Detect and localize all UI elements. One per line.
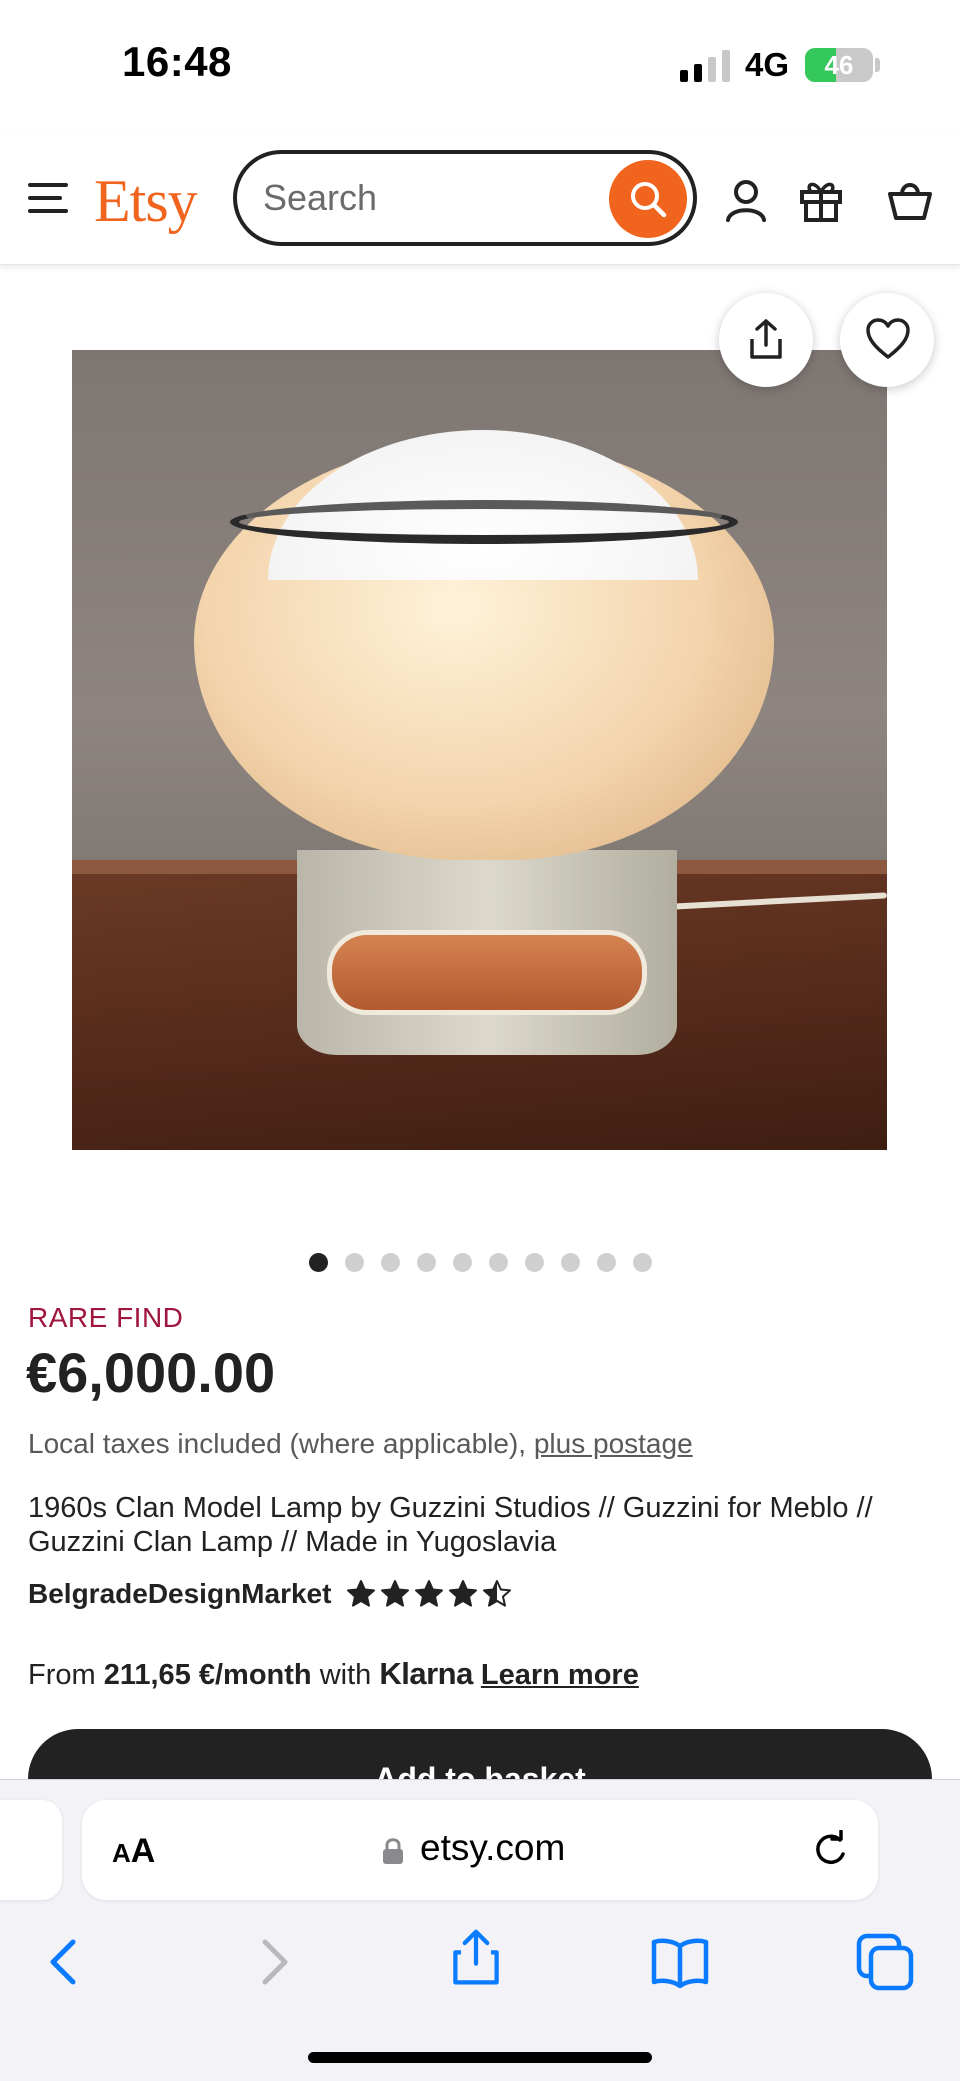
previous-tab-preview[interactable] — [0, 1800, 62, 1900]
rare-find-badge: RARE FIND — [28, 1302, 184, 1333]
price: €6,000.00 — [26, 1341, 276, 1404]
search-button[interactable] — [609, 160, 687, 238]
cellular-signal-icon — [680, 50, 732, 82]
carousel-dot[interactable] — [417, 1253, 436, 1272]
carousel-dot[interactable] — [453, 1253, 472, 1272]
star-full-icon — [380, 1580, 409, 1607]
search-input[interactable] — [263, 172, 583, 224]
lamp-base — [297, 850, 677, 1055]
share-icon — [750, 319, 782, 359]
tax-text: Local taxes included (where applicable), — [28, 1428, 534, 1459]
status-bar: 16:48 4G 46 — [0, 0, 960, 130]
menu-icon[interactable] — [28, 183, 68, 213]
shop-row: BelgradeDesignMarket — [28, 1578, 516, 1618]
text-size-button[interactable]: AA — [112, 1832, 155, 1871]
lock-icon — [383, 1838, 403, 1864]
reload-icon[interactable] — [810, 1830, 850, 1870]
battery-level: 46 — [824, 50, 854, 80]
listing-title: 1960s Clan Model Lamp by Guzzini Studios… — [28, 1492, 873, 1558]
share-button[interactable] — [719, 293, 813, 387]
klarna-prefix: From — [28, 1659, 104, 1691]
user-icon[interactable] — [722, 176, 770, 224]
shop-name-link[interactable]: BelgradeDesignMarket — [28, 1578, 331, 1609]
shop-rating — [346, 1579, 516, 1609]
tax-info: Local taxes included (where applicable),… — [28, 1428, 693, 1460]
forward-icon[interactable] — [243, 1932, 303, 1992]
carousel-dot[interactable] — [597, 1253, 616, 1272]
browser-toolbar: AA etsy.com — [0, 1779, 960, 2081]
share-icon[interactable] — [446, 1928, 506, 1988]
klarna-logo: Klarna — [379, 1656, 473, 1691]
battery-icon: 46 — [805, 48, 873, 82]
favorite-button[interactable] — [840, 293, 934, 387]
etsy-logo[interactable]: Etsy — [94, 167, 198, 236]
search-icon — [631, 182, 667, 218]
carousel-dot[interactable] — [633, 1253, 652, 1272]
home-indicator — [308, 2052, 652, 2063]
gift-icon[interactable] — [797, 176, 845, 224]
search-bar[interactable] — [233, 150, 697, 246]
star-full-icon — [414, 1580, 443, 1607]
star-half-icon — [482, 1580, 511, 1607]
product-image[interactable] — [72, 350, 887, 1150]
carousel-dot[interactable] — [381, 1253, 400, 1272]
carousel-dot[interactable] — [525, 1253, 544, 1272]
klarna-middle: with — [311, 1659, 380, 1691]
carousel-dot[interactable] — [561, 1253, 580, 1272]
star-full-icon — [346, 1580, 375, 1607]
url-text: etsy.com — [420, 1827, 566, 1868]
learn-more-link[interactable]: Learn more — [481, 1659, 639, 1691]
cart-icon[interactable] — [886, 176, 934, 224]
carousel-dot[interactable] — [345, 1253, 364, 1272]
back-icon[interactable] — [35, 1932, 95, 1992]
plus-postage-link[interactable]: plus postage — [534, 1428, 693, 1459]
carousel-dot[interactable] — [489, 1253, 508, 1272]
klarna-financing: From 211,65 €/month with Klarna Learn mo… — [28, 1656, 639, 1692]
site-header: Etsy — [0, 130, 960, 265]
status-time: 16:48 — [122, 38, 232, 85]
star-full-icon — [448, 1580, 477, 1607]
heart-icon — [866, 318, 910, 359]
carousel-dot[interactable] — [309, 1253, 328, 1272]
network-type: 4G — [745, 46, 790, 83]
bookmarks-icon[interactable] — [650, 1932, 710, 1992]
tabs-icon[interactable] — [855, 1932, 915, 1992]
address-bar[interactable]: AA etsy.com — [82, 1800, 878, 1900]
klarna-amount: 211,65 €/month — [103, 1659, 312, 1691]
